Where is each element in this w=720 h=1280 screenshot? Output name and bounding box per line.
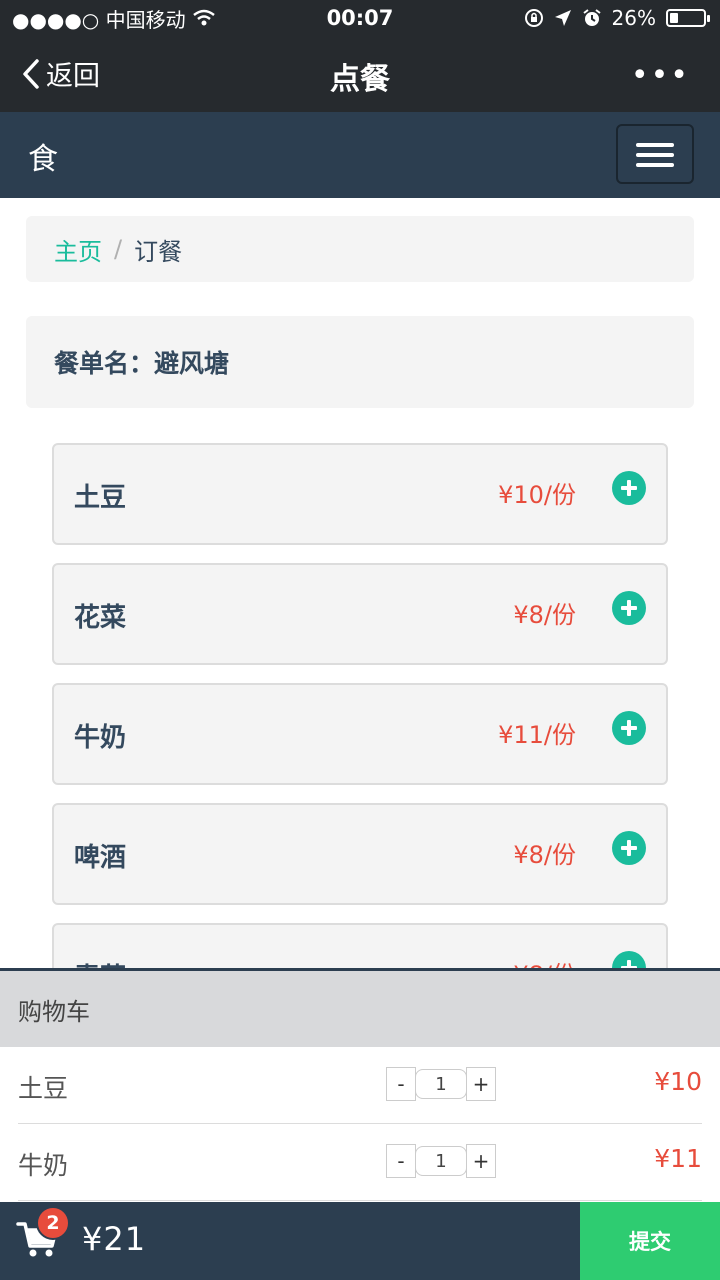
dish-price: ¥8/份 bbox=[513, 841, 576, 869]
cart-panel: 购物车 土豆 - 1 + ¥10 牛奶 - 1 + ¥11 bbox=[0, 968, 720, 1202]
location-arrow-icon bbox=[554, 10, 571, 26]
dish-price: ¥11/份 bbox=[498, 721, 576, 749]
alarm-icon bbox=[582, 9, 601, 26]
cart-item-price: ¥11 bbox=[654, 1144, 702, 1173]
dish-item: 啤酒 ¥8/份 bbox=[52, 803, 668, 905]
cart-total: ¥21 bbox=[82, 1220, 147, 1258]
increase-button[interactable]: + bbox=[466, 1067, 496, 1101]
dish-item: 花菜 ¥8/份 bbox=[52, 563, 668, 665]
quantity-field[interactable]: 1 bbox=[415, 1146, 467, 1176]
battery-icon bbox=[666, 9, 710, 27]
dish-item: 土豆 ¥10/份 bbox=[52, 443, 668, 545]
increase-button[interactable]: + bbox=[466, 1144, 496, 1178]
hamburger-menu-button[interactable] bbox=[616, 124, 694, 184]
add-to-cart-icon[interactable] bbox=[612, 831, 646, 865]
hamburger-line bbox=[636, 153, 674, 157]
quantity-field[interactable]: 1 bbox=[415, 1069, 467, 1099]
decrease-button[interactable]: - bbox=[386, 1144, 416, 1178]
status-bar: ●●●●○ 中国移动 00:07 26% bbox=[0, 0, 720, 36]
more-button[interactable]: ••• bbox=[631, 58, 690, 93]
quantity-stepper: - 1 + bbox=[386, 1144, 496, 1178]
cart-item-price: ¥10 bbox=[654, 1067, 702, 1096]
menu-name-label: 餐单名：避风塘 bbox=[54, 349, 230, 378]
breadcrumb-current: 订餐 bbox=[134, 237, 183, 266]
cart-item-name: 牛奶 bbox=[18, 1151, 69, 1180]
submit-button[interactable]: 提交 bbox=[580, 1202, 720, 1280]
cart-title: 购物车 bbox=[0, 971, 720, 1047]
dish-item: 牛奶 ¥11/份 bbox=[52, 683, 668, 785]
dish-price: ¥8/份 bbox=[513, 601, 576, 629]
app-header: 食 bbox=[0, 112, 720, 198]
add-to-cart-icon[interactable] bbox=[612, 471, 646, 505]
cart-row: 土豆 - 1 + ¥10 bbox=[0, 1047, 720, 1124]
hamburger-line bbox=[636, 143, 674, 147]
decrease-button[interactable]: - bbox=[386, 1067, 416, 1101]
dish-name: 土豆 bbox=[74, 483, 127, 513]
brand-logo[interactable]: 食 bbox=[28, 134, 58, 178]
dish-name: 花菜 bbox=[74, 603, 127, 633]
battery-level bbox=[670, 13, 678, 23]
breadcrumb-home-link[interactable]: 主页 bbox=[54, 232, 102, 267]
add-to-cart-icon[interactable] bbox=[612, 711, 646, 745]
divider bbox=[18, 1200, 702, 1201]
checkout-bar: 2 ¥21 提交 bbox=[0, 1202, 720, 1280]
add-to-cart-icon[interactable] bbox=[612, 591, 646, 625]
battery-percent: 26% bbox=[611, 6, 656, 30]
menu-name-panel: 餐单名：避风塘 bbox=[26, 316, 694, 408]
cart-row: 牛奶 - 1 + ¥11 bbox=[0, 1124, 720, 1201]
page-title: 点餐 bbox=[330, 62, 390, 97]
dish-name: 牛奶 bbox=[74, 723, 127, 753]
dish-price: ¥10/份 bbox=[498, 481, 576, 509]
quantity-stepper: - 1 + bbox=[386, 1067, 496, 1101]
dish-name: 啤酒 bbox=[74, 843, 127, 873]
status-icons: 26% bbox=[524, 0, 710, 36]
rotation-lock-icon bbox=[524, 9, 543, 27]
breadcrumb-separator: / bbox=[114, 235, 123, 263]
nav-bar: 返回 点餐 ••• bbox=[0, 36, 720, 112]
cart-count-badge: 2 bbox=[36, 1206, 70, 1240]
hamburger-line bbox=[636, 163, 674, 167]
cart-item-name: 土豆 bbox=[18, 1074, 69, 1103]
breadcrumb: 主页 / 订餐 bbox=[26, 216, 694, 282]
